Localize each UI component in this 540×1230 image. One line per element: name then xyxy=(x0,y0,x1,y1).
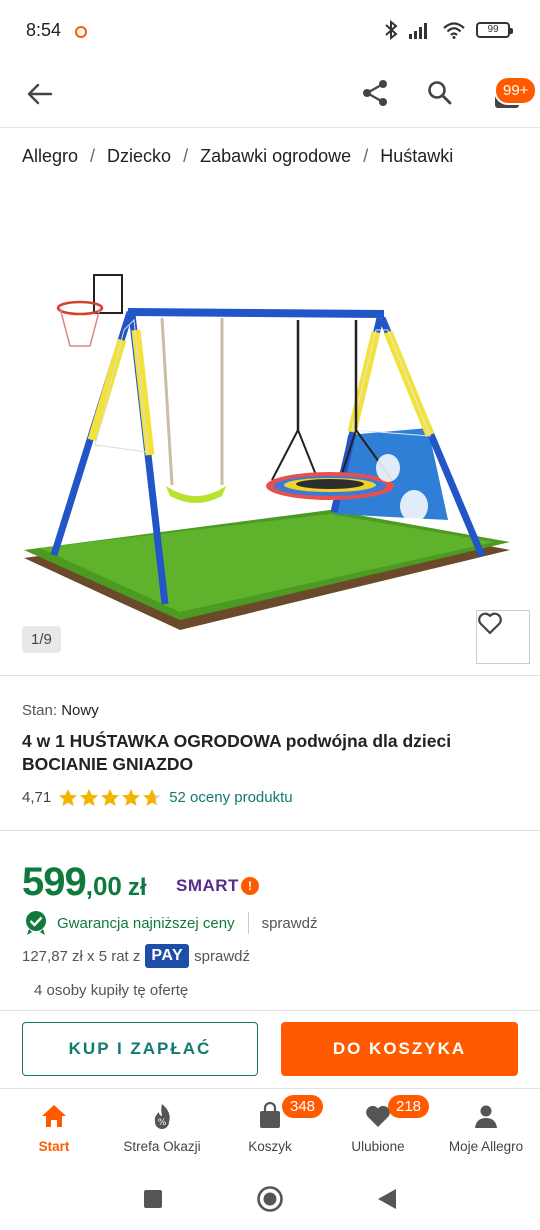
section-divider xyxy=(0,1010,540,1011)
back-system-button[interactable] xyxy=(372,1184,402,1214)
condition-value: Nowy xyxy=(61,702,99,719)
reviews-link[interactable]: 52 oceny produktu xyxy=(169,789,292,806)
home-system-button[interactable] xyxy=(255,1184,285,1214)
bluetooth-icon xyxy=(385,20,398,40)
nav-label: Moje Allegro xyxy=(448,1139,524,1154)
cart-count-badge: 348 xyxy=(282,1095,324,1118)
breadcrumb-separator: / xyxy=(363,146,369,166)
image-counter: 1/9 xyxy=(22,626,61,653)
star-half-icon xyxy=(143,789,162,806)
nav-item-start[interactable]: Start xyxy=(0,1089,108,1167)
condition-label: Stan: xyxy=(22,702,58,719)
rating-row: 4,71 52 oceny produktu xyxy=(22,788,293,807)
home-icon xyxy=(38,1101,70,1131)
back-button[interactable] xyxy=(22,76,58,112)
user-icon xyxy=(470,1101,502,1131)
guarantee-text[interactable]: Gwarancja najniższej ceny xyxy=(57,915,235,932)
system-navigation xyxy=(0,1166,540,1230)
search-button[interactable] xyxy=(421,74,459,112)
favorites-count-badge: 218 xyxy=(388,1095,430,1118)
signal-icon xyxy=(409,23,427,39)
notification-dot-icon xyxy=(75,26,87,38)
nav-label: Ulubione xyxy=(351,1139,405,1154)
app-bar: 99+ xyxy=(0,62,540,128)
star-icon xyxy=(80,789,99,806)
star-icon xyxy=(59,789,78,806)
nav-label: Strefa Okazji xyxy=(123,1139,201,1154)
breadcrumb: Allegro / Dziecko / Zabawki ogrodowe / H… xyxy=(22,146,453,167)
breadcrumb-item-allegro[interactable]: Allegro xyxy=(22,146,78,167)
recent-apps-button[interactable] xyxy=(138,1184,168,1214)
section-divider xyxy=(0,830,540,831)
nav-item-my-allegro[interactable]: Moje Allegro xyxy=(432,1089,540,1167)
rating-stars xyxy=(58,788,162,807)
guarantee-badge-icon xyxy=(26,911,46,935)
buy-now-button[interactable]: KUP I ZAPŁAĆ xyxy=(22,1022,258,1076)
share-button[interactable] xyxy=(356,74,394,112)
wifi-icon xyxy=(443,22,465,39)
square-icon xyxy=(144,1190,162,1208)
guarantee-check-link[interactable]: sprawdź xyxy=(262,915,318,932)
nav-item-favorites[interactable]: 218 Ulubione xyxy=(324,1089,432,1167)
smart-label: SMART xyxy=(176,876,239,895)
installments-check-link[interactable]: sprawdź xyxy=(194,948,250,965)
product-gallery[interactable]: 1/9 xyxy=(0,180,540,674)
product-image xyxy=(24,274,510,630)
smart-badge[interactable]: SMART ! xyxy=(176,876,259,896)
breadcrumb-item-zabawki[interactable]: Zabawki ogrodowe xyxy=(200,146,351,167)
battery-icon: 99 xyxy=(476,22,513,38)
nav-label: Koszyk xyxy=(248,1139,292,1154)
smart-exclamation-icon: ! xyxy=(240,877,259,895)
breadcrumb-separator: / xyxy=(90,146,96,166)
circle-icon xyxy=(257,1186,283,1212)
triangle-back-icon xyxy=(378,1189,396,1209)
price-decimal: ,00 xyxy=(85,871,122,901)
deals-icon: % xyxy=(146,1101,178,1131)
cart-badge: 99+ xyxy=(494,76,538,105)
status-bar: 8:54 99 xyxy=(0,0,540,62)
star-icon xyxy=(101,789,120,806)
status-time: 8:54 xyxy=(26,20,62,40)
star-icon xyxy=(122,789,141,806)
bottom-navigation: Start % Strefa Okazji 348 Koszyk 218 Ulu… xyxy=(0,1088,540,1166)
pay-badge: PAY xyxy=(145,944,190,968)
breadcrumb-item-hustawki[interactable]: Huśtawki xyxy=(380,146,453,167)
lowest-price-guarantee: Gwarancja najniższej ceny sprawdź xyxy=(24,910,317,936)
nav-label: Start xyxy=(38,1139,70,1154)
favorite-button[interactable] xyxy=(476,610,530,664)
breadcrumb-item-dziecko[interactable]: Dziecko xyxy=(107,146,171,167)
nav-item-cart[interactable]: 348 Koszyk xyxy=(216,1089,324,1167)
product-condition: Stan: Nowy xyxy=(22,702,99,719)
share-icon xyxy=(363,80,387,106)
arrow-left-icon xyxy=(27,83,53,105)
product-title: 4 w 1 HUŚTAWKA OGRODOWA podwójna dla dzi… xyxy=(22,731,452,774)
rating-value: 4,71 xyxy=(22,789,52,806)
gallery-divider xyxy=(0,675,540,676)
breadcrumb-separator: / xyxy=(183,146,189,166)
price-integer: 599 xyxy=(22,860,87,904)
heart-outline-icon xyxy=(478,612,502,635)
installments: 127,87 zł x 5 rat z PAY sprawdź xyxy=(22,944,250,968)
svg-text:%: % xyxy=(158,1118,167,1128)
cart-button[interactable]: 99+ xyxy=(488,76,538,116)
add-to-cart-button[interactable]: DO KOSZYKA xyxy=(281,1022,518,1076)
price-currency: zł xyxy=(127,874,147,901)
guarantee-separator xyxy=(247,912,249,934)
installments-text: 127,87 zł x 5 rat z xyxy=(22,947,141,965)
status-icons: 99 xyxy=(384,20,513,40)
nav-item-deals[interactable]: % Strefa Okazji xyxy=(108,1089,216,1167)
search-icon xyxy=(428,81,452,105)
buyers-count: 4 osoby kupiły tę ofertę xyxy=(34,982,189,999)
price: 599 ,00 zł xyxy=(22,860,147,905)
